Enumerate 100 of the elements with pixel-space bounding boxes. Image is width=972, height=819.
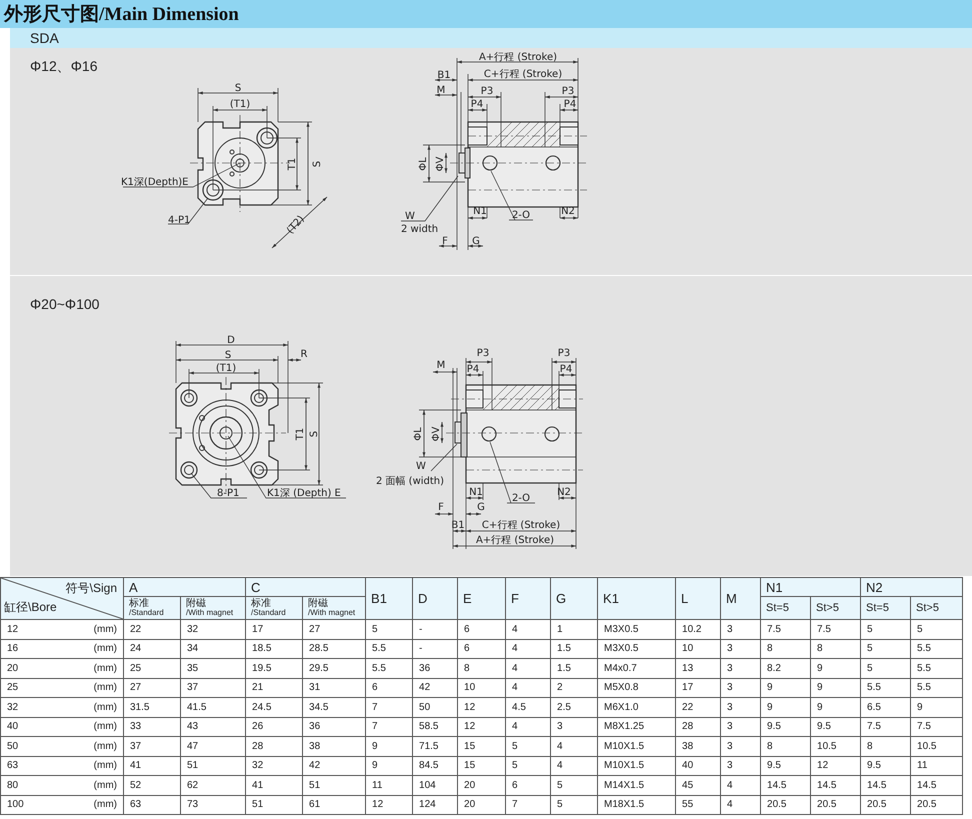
table-cell: 4 (720, 776, 761, 795)
table-cell: 34.5 (302, 698, 366, 717)
bore-value: 20 (7, 662, 18, 674)
column-header: B1 (366, 578, 413, 620)
table-cell: 4 (506, 620, 551, 639)
table-cell: 5.5 (366, 639, 413, 658)
table-cell: 35 (180, 658, 246, 678)
table-cell: 58.5 (412, 717, 458, 736)
table-cell: 14.5 (760, 776, 811, 795)
table-cell: 22 (124, 620, 180, 639)
dimension-label: T1 (287, 158, 298, 170)
dimension-label: A+行程 (Stroke) (476, 535, 554, 546)
dimension-label: 2 width (401, 224, 439, 235)
unit-label: (mm) (94, 662, 117, 674)
dimension-label: N2 (562, 206, 576, 217)
table-cell: 52 (124, 776, 180, 795)
column-header: K1 (598, 578, 676, 620)
table-cell: 73 (180, 795, 246, 814)
table-cell: 12 (810, 756, 861, 776)
table-cell: 17 (676, 678, 721, 698)
table-cell: M14X1.5 (598, 776, 676, 795)
column-header: 标准 /Standard (246, 596, 303, 620)
table-cell: 5.5 (910, 658, 963, 678)
table-cell: 9 (810, 658, 861, 678)
table-cell: 71.5 (412, 736, 458, 756)
table-cell: 9 (366, 736, 413, 756)
column-header: St>5 (910, 596, 963, 620)
table-cell: 42 (302, 756, 366, 776)
table-cell: 50 (412, 698, 458, 717)
table-cell: 12 (458, 698, 506, 717)
table-cell: 84.5 (412, 756, 458, 776)
table-cell: 3 (550, 717, 598, 736)
table-cell: 62 (180, 776, 246, 795)
table-cell: M6X1.0 (598, 698, 676, 717)
table-cell: 20 (458, 795, 506, 814)
table-cell: 6 (458, 620, 506, 639)
table-cell: 8 (458, 658, 506, 678)
table-cell: 7.5 (810, 620, 861, 639)
column-header: E (458, 578, 506, 620)
dimension-label: ΦL (418, 157, 430, 171)
dimension-label: P3 (558, 348, 571, 359)
bore-value: 100 (7, 799, 24, 810)
table-cell: 19.5 (246, 658, 303, 678)
table-cell: 4 (506, 717, 551, 736)
dimension-label: S (235, 83, 242, 94)
table-cell: 4 (550, 736, 598, 756)
table-cell: 28 (676, 717, 721, 736)
table-cell: 9.5 (760, 717, 811, 736)
table-cell: 7.5 (860, 717, 911, 736)
table-cell: 28.5 (302, 639, 366, 658)
dimension-label: N1 (470, 487, 484, 498)
table-cell: 10 (458, 678, 506, 698)
column-header: N1 (760, 578, 861, 596)
table-cell: 2.5 (550, 698, 598, 717)
table-cell: 6.5 (860, 698, 911, 717)
dimension-label: S (309, 430, 320, 438)
table-cell: 3 (720, 756, 761, 776)
table-cell: 7 (506, 795, 551, 814)
table-cell: 10.2 (676, 620, 721, 639)
table-cell: 7.5 (760, 620, 811, 639)
table-cell: 10.5 (910, 736, 963, 756)
table-cell: 25 (124, 658, 180, 678)
dimension-label: W (406, 211, 416, 222)
table-cell: 14.5 (810, 776, 861, 795)
table-cell: 5.5 (366, 658, 413, 678)
table-cell: 5 (910, 620, 963, 639)
dimension-label: M (437, 85, 446, 96)
table-cell: 1.5 (550, 639, 598, 658)
bore-value: 50 (7, 740, 18, 752)
table-cell: 5 (506, 736, 551, 756)
table-cell: 47 (180, 736, 246, 756)
table-cell: M18X1.5 (598, 795, 676, 814)
dimension-label: R (300, 349, 308, 360)
dimension-label: K1深(Depth)E (121, 177, 189, 188)
dimension-label: (T1) (216, 363, 237, 374)
table-cell: 9 (760, 698, 811, 717)
table-cell: M10X1.5 (598, 756, 676, 776)
table-cell: 4 (506, 678, 551, 698)
table-cell: 4 (506, 639, 551, 658)
bore-range-title: Φ20~Φ100 (29, 295, 100, 314)
table-cell: 104 (412, 776, 458, 795)
table-cell: 1.5 (550, 658, 598, 678)
table-cell: 5.5 (860, 678, 911, 698)
column-header: St>5 (810, 596, 861, 620)
table-cell: 2 (550, 678, 598, 698)
table-cell: 37 (180, 678, 246, 698)
dimension-label: K1深 (Depth) E (267, 488, 342, 499)
table-cell: 36 (412, 658, 458, 678)
dimension-label: 2-O (512, 210, 531, 221)
table-cell: 45 (676, 776, 721, 795)
column-header: M (720, 578, 761, 620)
column-header: G (550, 578, 598, 620)
dimension-label: 4-P1 (168, 215, 191, 226)
unit-label: (mm) (94, 740, 117, 752)
table-cell: 5 (550, 795, 598, 814)
table-cell: 3 (720, 717, 761, 736)
table-cell: 33 (124, 717, 180, 736)
table-cell: M10X1.5 (598, 736, 676, 756)
dimension-label: 2-O (512, 493, 531, 504)
column-header: 附磁 /With magnet (302, 596, 366, 620)
